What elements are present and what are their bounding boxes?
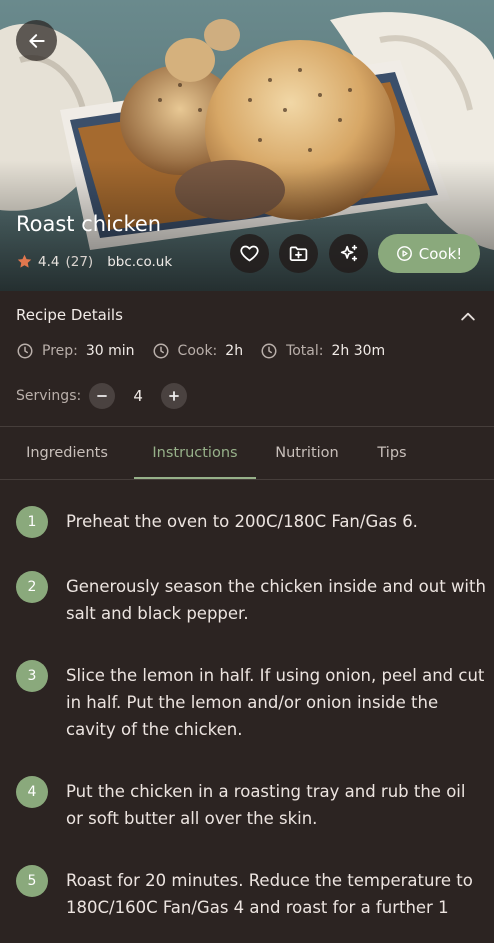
clock-icon xyxy=(17,343,33,359)
recipe-meta: 4.4 (27) bbc.co.uk xyxy=(16,253,172,270)
save-to-folder-button[interactable] xyxy=(279,234,318,273)
tab-instructions[interactable]: Instructions xyxy=(134,427,256,479)
servings-decrease-button[interactable] xyxy=(89,383,116,409)
servings-value: 4 xyxy=(133,387,143,405)
minus-icon xyxy=(97,395,108,397)
recipe-tabs: Ingredients Instructions Nutrition Tips xyxy=(0,427,494,479)
source-link[interactable]: bbc.co.uk xyxy=(107,254,172,270)
back-button[interactable] xyxy=(16,20,57,61)
tab-ingredients[interactable]: Ingredients xyxy=(0,427,134,479)
servings-increase-button[interactable] xyxy=(161,383,188,409)
time-summary: Prep: 30 min Cook: 2h Total: 2h 30m xyxy=(16,342,402,360)
list-item: 2 Generously season the chicken inside a… xyxy=(16,560,486,627)
step-text: Preheat the oven to 200C/180C Fan/Gas 6. xyxy=(66,512,418,531)
folder-plus-icon xyxy=(289,246,308,261)
plus-icon xyxy=(169,391,180,401)
favorite-button[interactable] xyxy=(230,234,269,273)
rating-count: (27) xyxy=(65,253,94,270)
servings-label: Servings: xyxy=(16,388,82,404)
step-text: Slice the lemon in half. If using onion,… xyxy=(66,666,485,739)
star-icon xyxy=(17,254,32,268)
chevron-up-icon[interactable] xyxy=(458,307,478,327)
prep-value: 30 min xyxy=(85,343,135,359)
total-time-label: Total: xyxy=(286,343,324,359)
step-number: 3 xyxy=(16,660,48,692)
prep-label: Prep: xyxy=(42,343,78,359)
cook-time-value: 2h xyxy=(225,343,244,359)
list-item: 4 Put the chicken in a roasting tray and… xyxy=(16,765,486,832)
step-number: 1 xyxy=(16,506,48,538)
play-circle-icon xyxy=(396,246,412,261)
instructions-list: 1 Preheat the oven to 200C/180C Fan/Gas … xyxy=(16,495,486,943)
tab-nutrition[interactable]: Nutrition xyxy=(256,427,358,479)
arrow-left-icon xyxy=(28,33,45,48)
clock-icon xyxy=(153,343,169,359)
recipe-hero: Roast chicken 4.4 (27) bbc.co.uk Cook! xyxy=(0,0,494,291)
cook-time-label: Cook: xyxy=(177,343,218,359)
rating-value: 4.4 xyxy=(38,253,60,270)
total-time-value: 2h 30m xyxy=(331,343,386,359)
step-text: Put the chicken in a roasting tray and r… xyxy=(66,782,466,828)
list-item: 3 Slice the lemon in half. If using onio… xyxy=(16,649,486,743)
sparkles-icon xyxy=(340,244,357,261)
ai-assist-button[interactable] xyxy=(329,234,368,273)
servings-control: Servings: 4 xyxy=(16,383,188,409)
step-number: 4 xyxy=(16,776,48,808)
step-text: Roast for 20 minutes. Reduce the tempera… xyxy=(66,871,473,917)
tab-tips[interactable]: Tips xyxy=(358,427,426,479)
recipe-details-title: Recipe Details xyxy=(16,306,123,324)
divider xyxy=(0,479,494,480)
recipe-details: Recipe Details Prep: 30 min Cook: 2h Tot… xyxy=(0,291,494,426)
cook-button-label: Cook! xyxy=(418,244,463,263)
list-item: 5 Roast for 20 minutes. Reduce the tempe… xyxy=(16,854,486,921)
heart-icon xyxy=(240,245,259,262)
step-text: Generously season the chicken inside and… xyxy=(66,577,486,623)
recipe-title: Roast chicken xyxy=(16,212,162,236)
step-number: 5 xyxy=(16,865,48,897)
list-item: 1 Preheat the oven to 200C/180C Fan/Gas … xyxy=(16,495,486,538)
clock-icon xyxy=(261,343,277,359)
step-number: 2 xyxy=(16,571,48,603)
cook-button[interactable]: Cook! xyxy=(378,234,480,273)
